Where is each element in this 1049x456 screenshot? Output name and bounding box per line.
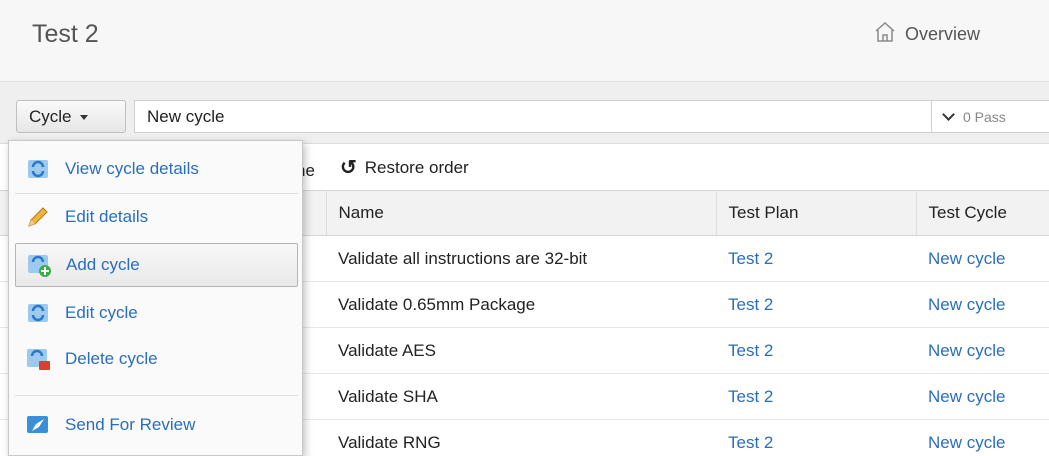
- cycle-menu-button[interactable]: Cycle: [16, 100, 126, 133]
- menu-item-label: Send For Review: [65, 415, 196, 434]
- cycle-dropdown-menu: View cycle details Edit details Add cycl…: [8, 140, 303, 456]
- test-plan-link[interactable]: Test 2: [716, 373, 916, 420]
- menu-item-label: Add cycle: [66, 255, 140, 274]
- menu-item-label: View cycle details: [65, 159, 199, 178]
- overview-label: Overview: [905, 23, 981, 44]
- test-cycle-link[interactable]: New cycle: [916, 327, 1049, 374]
- column-header-test-plan[interactable]: Test Plan: [716, 190, 917, 236]
- test-plan-link[interactable]: Test 2: [716, 235, 916, 282]
- menu-item-label: Edit details: [65, 207, 149, 226]
- menu-item-add-cycle[interactable]: Add cycle: [15, 243, 298, 287]
- send-review-icon: [25, 412, 51, 438]
- delete-cycle-icon: [25, 346, 51, 372]
- restore-order-label: Restore order: [364, 157, 469, 177]
- test-cycle-link[interactable]: New cycle: [916, 281, 1049, 328]
- test-plan-link[interactable]: Test 2: [716, 327, 916, 374]
- row-name-cell: Validate AES: [326, 327, 716, 374]
- column-header-test-cycle[interactable]: Test Cycle: [916, 190, 1049, 236]
- page-header: Test 2 Overview: [0, 0, 1049, 82]
- cycle-toolbar: Cycle New cycle 0 Pass: [0, 82, 1049, 144]
- undo-icon: ↺: [340, 157, 357, 179]
- test-plan-link[interactable]: Test 2: [716, 281, 916, 328]
- refresh-cycle-icon: [25, 156, 51, 182]
- caret-down-icon: [79, 115, 88, 120]
- column-header-name[interactable]: Name: [326, 190, 717, 236]
- cycle-name-field[interactable]: New cycle: [134, 100, 932, 133]
- test-cycle-link[interactable]: New cycle: [916, 373, 1049, 420]
- test-plan-link[interactable]: Test 2: [716, 419, 916, 456]
- row-name-cell: Validate 0.65mm Package: [326, 281, 716, 328]
- test-cycle-link[interactable]: New cycle: [916, 235, 1049, 282]
- row-name-cell: Validate SHA: [326, 373, 716, 420]
- add-cycle-icon: [26, 252, 52, 278]
- cycle-button-label: Cycle: [29, 106, 72, 126]
- cycle-select-dropdown[interactable]: 0 Pass: [932, 100, 1049, 133]
- menu-item-edit-details[interactable]: Edit details: [15, 195, 298, 239]
- pass-count-status: 0 Pass: [963, 108, 1006, 125]
- menu-item-label: Edit cycle: [65, 303, 138, 322]
- pencil-icon: [25, 204, 51, 230]
- home-icon: [873, 20, 897, 49]
- restore-order-button[interactable]: ↺ Restore order: [340, 155, 469, 180]
- edit-cycle-icon: [25, 300, 51, 326]
- row-name-cell: Validate all instructions are 32-bit: [326, 235, 716, 282]
- menu-item-view-cycle-details[interactable]: View cycle details: [15, 147, 298, 191]
- menu-item-send-for-review[interactable]: Send For Review: [15, 403, 298, 447]
- menu-divider: [15, 395, 298, 396]
- chevron-down-icon: [942, 108, 955, 121]
- row-name-cell: Validate RNG: [326, 419, 716, 456]
- menu-item-label: Delete cycle: [65, 349, 158, 368]
- menu-item-edit-cycle[interactable]: Edit cycle: [15, 291, 298, 335]
- menu-item-delete-cycle[interactable]: Delete cycle: [15, 337, 298, 381]
- overview-link[interactable]: Overview: [873, 20, 980, 48]
- menu-divider: [15, 193, 298, 194]
- page-title: Test 2: [32, 20, 99, 48]
- test-cycle-link[interactable]: New cycle: [916, 419, 1049, 456]
